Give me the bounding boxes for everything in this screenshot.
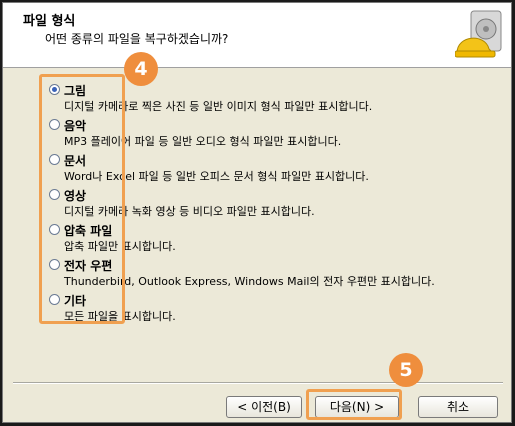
step-badge-4: 4 <box>124 52 158 86</box>
highlight-box-next <box>306 389 402 420</box>
hardhat-disk-icon <box>455 10 502 58</box>
page-subtitle: 어떤 종류의 파일을 복구하겠습니까? <box>45 32 229 46</box>
divider <box>13 382 503 384</box>
cancel-button[interactable]: 취소 <box>418 396 498 418</box>
highlight-box-options <box>39 74 125 324</box>
step-badge-5: 5 <box>389 353 423 387</box>
wizard-header: 파일 형식 어떤 종류의 파일을 복구하겠습니까? <box>3 3 511 68</box>
page-title: 파일 형식 <box>23 14 76 29</box>
back-button[interactable]: < 이전(B) <box>226 396 302 418</box>
